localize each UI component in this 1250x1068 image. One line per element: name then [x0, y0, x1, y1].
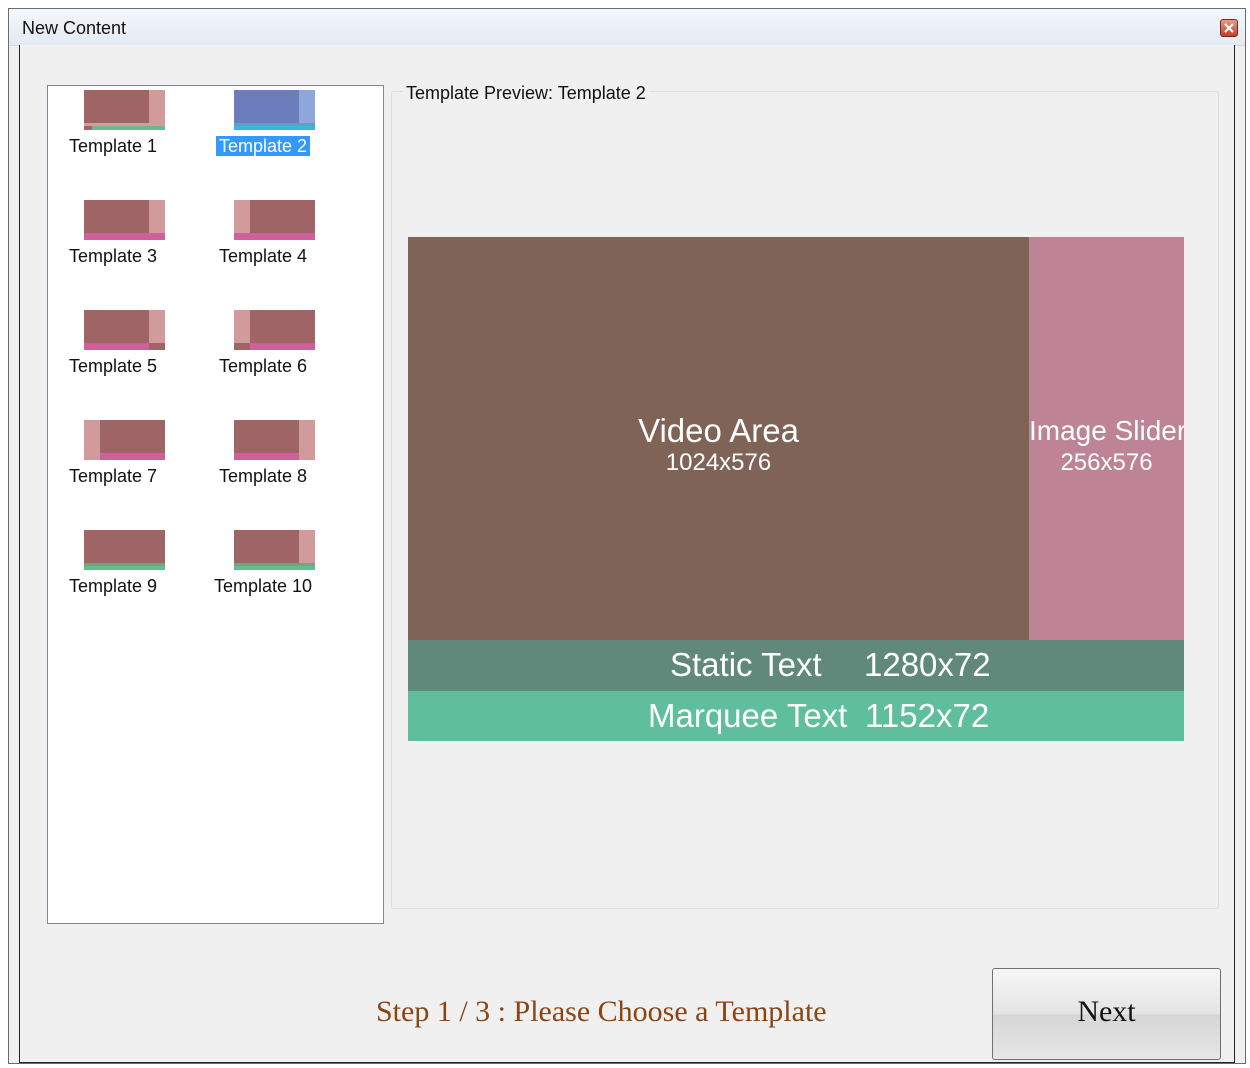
next-button[interactable]: Next — [992, 968, 1221, 1060]
template-preview-legend: Template Preview: Template 2 — [403, 81, 649, 105]
template-item-10[interactable]: Template 10 — [208, 530, 318, 620]
template-thumbnail-7 — [84, 420, 165, 460]
template-label-3: Template 3 — [68, 246, 158, 266]
template-item-8[interactable]: Template 8 — [208, 420, 318, 510]
static-text-label: Static Text — [670, 646, 822, 683]
video-area-label: Video Area — [638, 412, 799, 449]
close-button[interactable] — [1220, 19, 1238, 37]
template-thumbnail-10 — [234, 530, 315, 570]
image-slider-zone: Image Slider 256x576 — [1029, 237, 1184, 640]
template-label-1: Template 1 — [68, 136, 158, 156]
marquee-text-label: Marquee Text — [648, 697, 848, 734]
step-instruction: Step 1 / 3 : Please Choose a Template — [376, 995, 827, 1028]
template-label-6: Template 6 — [218, 356, 308, 376]
image-slider-label: Image Slider — [1029, 415, 1184, 446]
template-thumbnail-5 — [84, 310, 165, 350]
template-label-5: Template 5 — [68, 356, 158, 376]
video-area-zone: Video Area 1024x576 — [408, 237, 1029, 640]
marquee-text-zone: Marquee Text 1152x72 — [408, 691, 1184, 741]
image-slider-size: 256x576 — [1060, 449, 1153, 476]
window-title: New Content — [22, 18, 127, 38]
video-area-size: 1024x576 — [665, 449, 772, 476]
template-thumbnail-6 — [234, 310, 315, 350]
template-list[interactable]: Template 1 Template 2 Template 3 Templat… — [47, 85, 384, 924]
template-label-7: Template 7 — [68, 466, 158, 486]
template-item-2[interactable]: Template 2 — [208, 90, 318, 180]
template-thumbnail-9 — [84, 530, 165, 570]
template-thumbnail-8 — [234, 420, 315, 460]
template-thumbnail-3 — [84, 200, 165, 240]
template-item-3[interactable]: Template 3 — [58, 200, 168, 290]
template-item-4[interactable]: Template 4 — [208, 200, 318, 290]
title-bar: New Content — [9, 9, 1245, 46]
template-thumbnail-1 — [84, 90, 165, 130]
template-item-6[interactable]: Template 6 — [208, 310, 318, 400]
template-label-2: Template 2 — [215, 136, 311, 156]
static-text-zone: Static Text 1280x72 — [408, 640, 1184, 691]
marquee-text-size: 1152x72 — [865, 697, 990, 734]
template-item-7[interactable]: Template 7 — [58, 420, 168, 510]
close-icon — [1224, 23, 1234, 33]
static-text-size: 1280x72 — [864, 646, 991, 683]
template-thumbnail-4 — [234, 200, 315, 240]
template-label-10: Template 10 — [213, 576, 313, 596]
template-label-9: Template 9 — [68, 576, 158, 596]
new-content-dialog: New Content Template 1 Template 2 Templa… — [8, 8, 1246, 1064]
dialog-client-area: Template 1 Template 2 Template 3 Templat… — [19, 45, 1235, 1063]
template-label-4: Template 4 — [218, 246, 308, 266]
template-label-8: Template 8 — [218, 466, 308, 486]
template-item-5[interactable]: Template 5 — [58, 310, 168, 400]
template-preview-canvas: Video Area 1024x576 Image Slider 256x576… — [408, 237, 1184, 741]
template-item-9[interactable]: Template 9 — [58, 530, 168, 620]
template-item-1[interactable]: Template 1 — [58, 90, 168, 180]
template-thumbnail-2 — [234, 90, 315, 130]
